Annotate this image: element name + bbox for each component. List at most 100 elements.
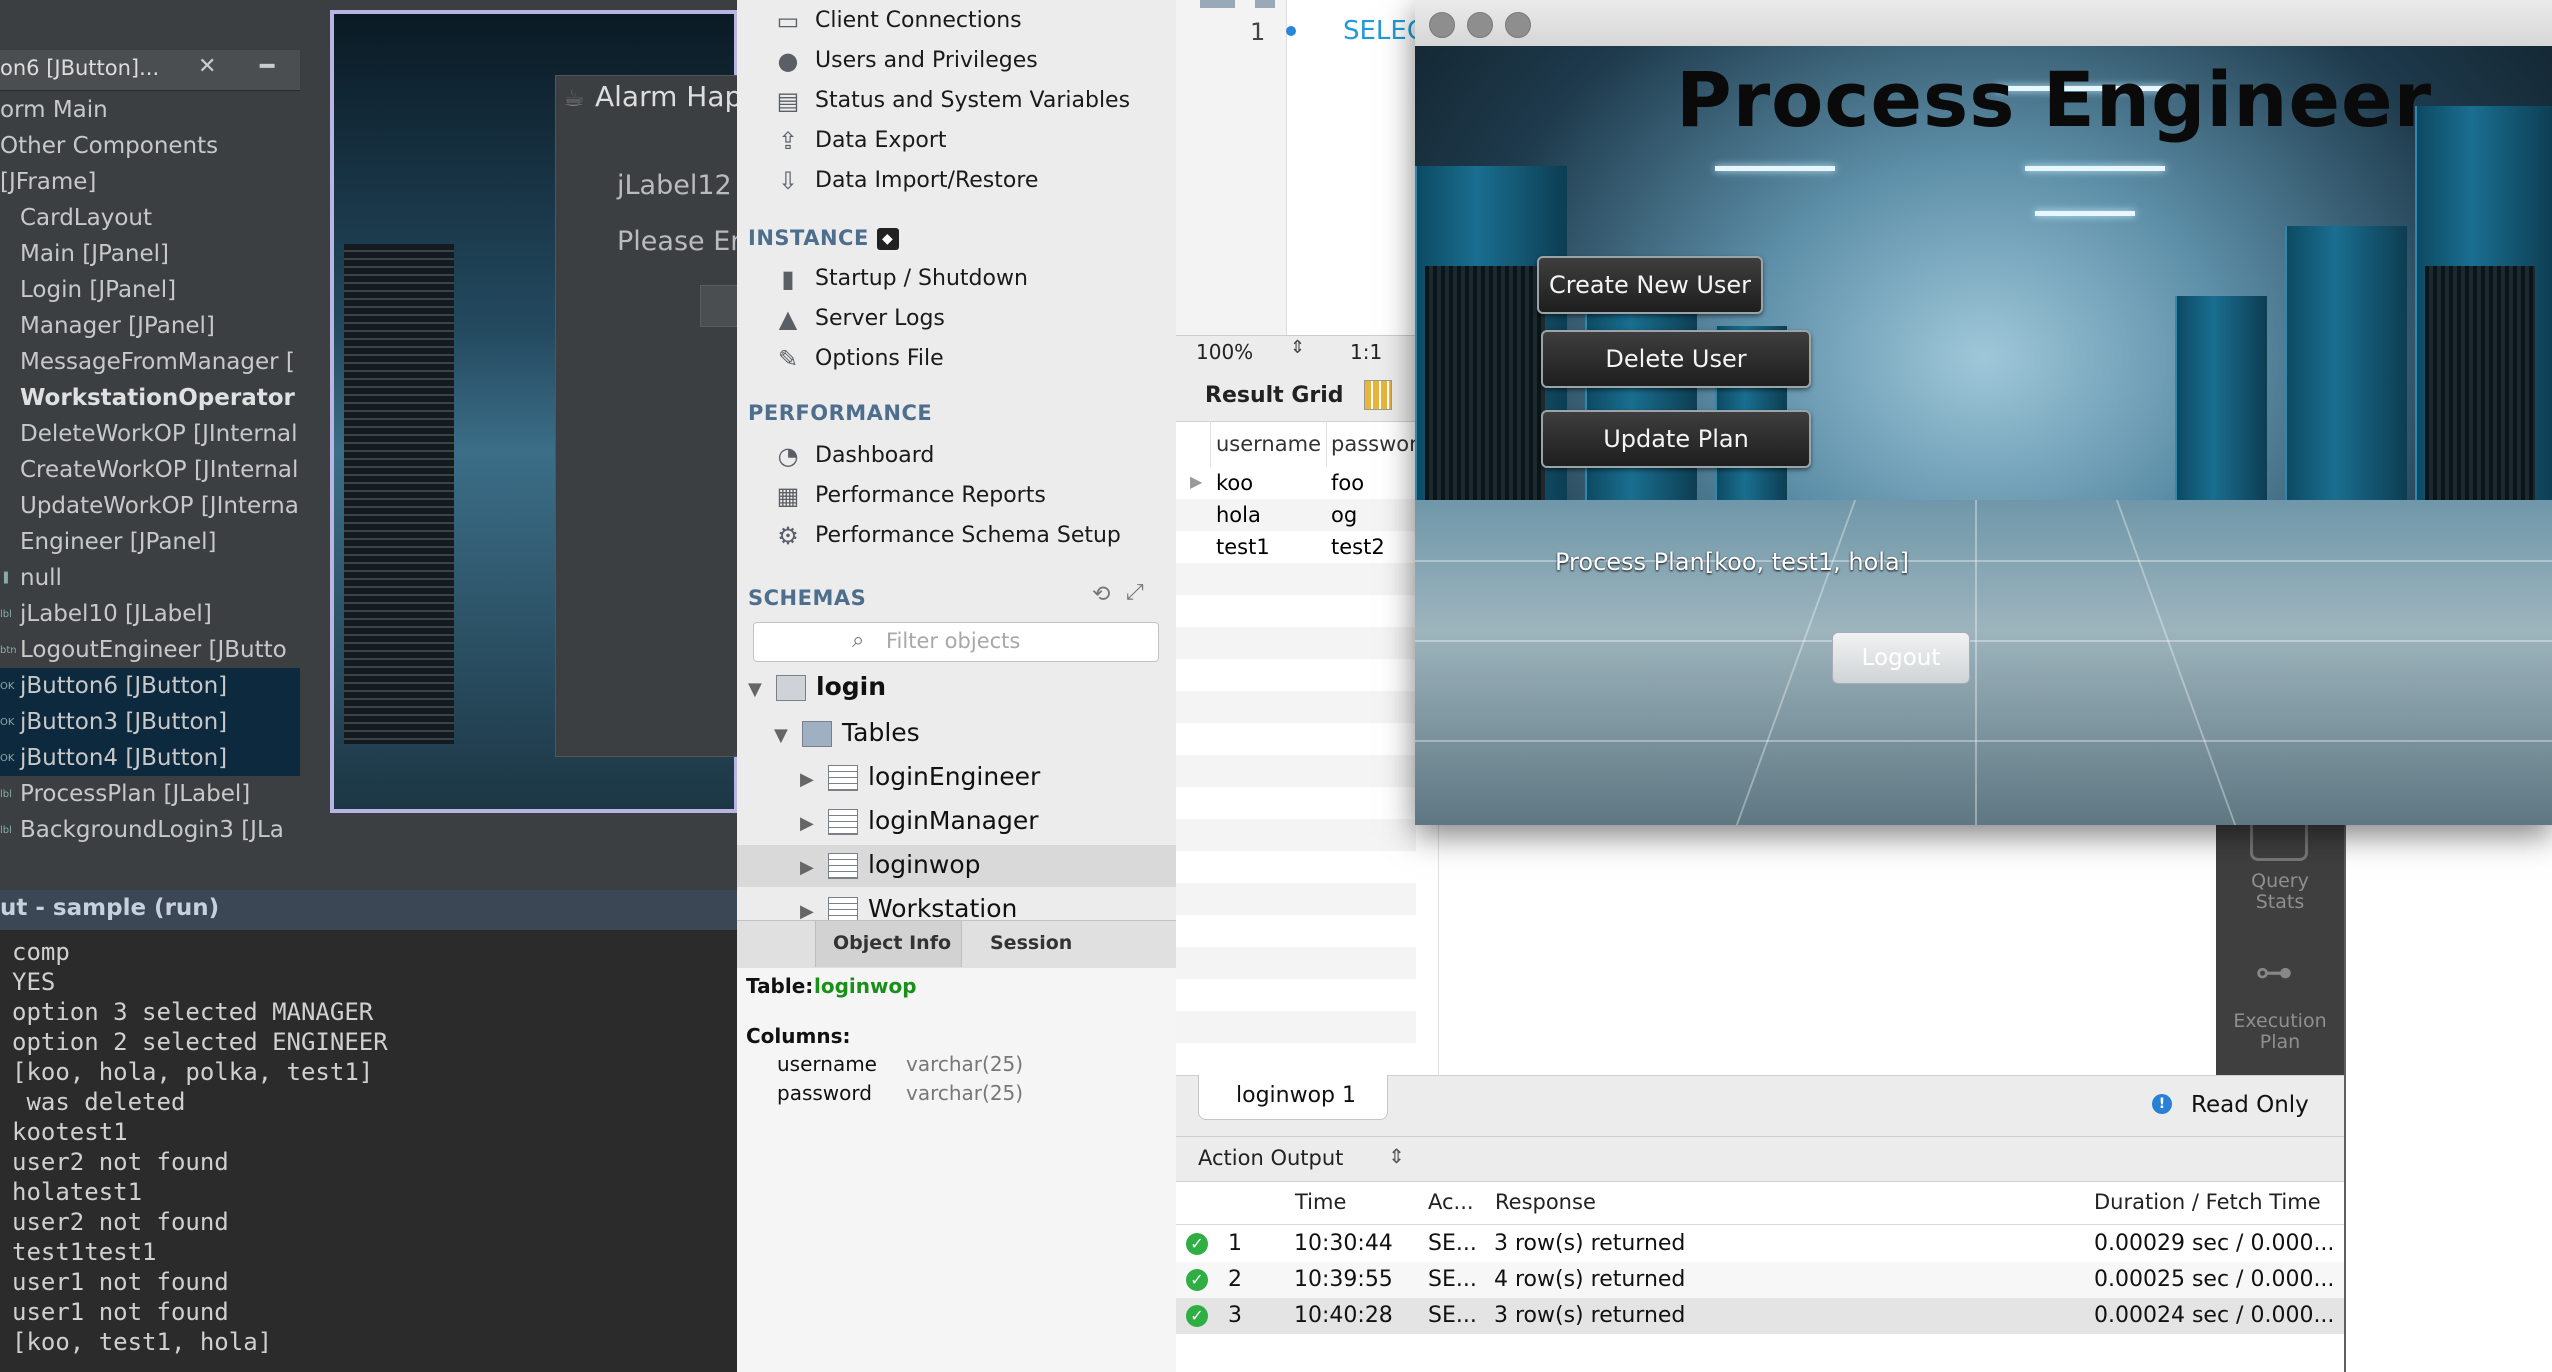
- create-new-user-button[interactable]: Create New User: [1537, 256, 1763, 314]
- col-header-action[interactable]: Ac...: [1428, 1190, 1474, 1214]
- grid-cell[interactable]: og: [1331, 499, 1357, 531]
- zoom-level[interactable]: 100%: [1196, 340, 1253, 364]
- component-tree-item[interactable]: lbl jLabel10 [JLabel]: [0, 596, 300, 632]
- component-tree-item[interactable]: CreateWorkOP [JInternal: [0, 452, 320, 488]
- navigator-item[interactable]: ⇩ Data Import/Restore: [773, 163, 1039, 199]
- zoom-stepper-icon[interactable]: ⇕: [1290, 337, 1305, 358]
- action-row[interactable]: ✓ 3 10:40:28 SE... 3 row(s) returned 0.00024 …: [1176, 1298, 2344, 1334]
- component-tree-item[interactable]: ▐ null: [0, 560, 300, 596]
- table-row[interactable]: test1 test2: [1176, 531, 1416, 563]
- navigator-item[interactable]: ◔ Dashboard: [773, 438, 935, 474]
- navigator-tab[interactable]: on6 [JButton]... ✕ ━: [0, 50, 300, 91]
- query-stats-button[interactable]: Query Stats: [2216, 871, 2344, 913]
- navigator-item[interactable]: ▲ Server Logs: [773, 301, 945, 337]
- table-row[interactable]: hola og: [1176, 499, 1416, 531]
- navigator-item[interactable]: ● Users and Privileges: [773, 43, 1038, 79]
- component-tree-item[interactable]: OK jButton6 [JButton]: [0, 668, 300, 704]
- table-row[interactable]: koo foo: [1176, 467, 1416, 499]
- empty-grid-row: [1176, 1011, 1416, 1043]
- navigator-item[interactable]: ▭ Client Connections: [773, 3, 1022, 39]
- navigator-item[interactable]: ▦ Performance Reports: [773, 478, 1046, 514]
- component-tree-item[interactable]: [JFrame]: [0, 164, 300, 200]
- tables-folder[interactable]: ▼ Tables: [774, 712, 920, 754]
- table-item[interactable]: ▶ loginwop: [800, 844, 981, 886]
- navigator-item[interactable]: ▤ Status and System Variables: [773, 83, 1130, 119]
- minimize-icon[interactable]: ━: [260, 52, 274, 80]
- chevron-right-icon[interactable]: ▶: [800, 803, 828, 845]
- grid-cell[interactable]: test1: [1216, 531, 1270, 563]
- execution-plan-button[interactable]: Execution Plan: [2216, 1011, 2344, 1053]
- grid-header-cell[interactable]: passwor: [1331, 428, 1418, 460]
- action-row[interactable]: ✓ 1 10:30:44 SE... 3 row(s) returned 0.00029 …: [1176, 1226, 2344, 1262]
- col-header-time[interactable]: Time: [1295, 1190, 1346, 1214]
- component-tree-item[interactable]: btn LogoutEngineer [JButto: [0, 632, 300, 668]
- output-line: option 2 selected ENGINEER: [12, 1028, 388, 1056]
- grid-header-cell[interactable]: username: [1216, 428, 1321, 460]
- component-tree-item[interactable]: WorkstationOperator [: [0, 380, 320, 416]
- tab-object-info[interactable]: Object Info: [833, 932, 951, 954]
- result-tab-label[interactable]: loginwop 1: [1236, 1083, 1356, 1108]
- toolbar-icon[interactable]: [1255, 0, 1275, 8]
- chevron-down-icon[interactable]: ▼: [774, 715, 802, 757]
- action-output-select[interactable]: Action Output: [1198, 1146, 1343, 1170]
- toolbar-icon[interactable]: [1200, 0, 1235, 8]
- close-window-icon[interactable]: [1429, 12, 1455, 38]
- component-tree-item[interactable]: DeleteWorkOP [JInternal: [0, 416, 320, 452]
- chevron-right-icon[interactable]: ▶: [800, 847, 828, 889]
- component-type-icon: OK: [0, 716, 15, 728]
- component-tree-item[interactable]: Login [JPanel]: [0, 272, 320, 308]
- minimize-window-icon[interactable]: [1467, 12, 1493, 38]
- query-stats-icon[interactable]: [2250, 822, 2308, 861]
- tab-session[interactable]: Session: [990, 932, 1072, 954]
- component-tree-item[interactable]: OK jButton4 [JButton]: [0, 740, 300, 776]
- grid-cell[interactable]: hola: [1216, 499, 1261, 531]
- navigator-item[interactable]: ▮ Startup / Shutdown: [773, 261, 1028, 297]
- dialog-button[interactable]: [700, 285, 739, 327]
- col-header-response[interactable]: Response: [1495, 1190, 1596, 1214]
- col-header-duration[interactable]: Duration / Fetch Time: [2094, 1190, 2321, 1214]
- chevron-down-icon[interactable]: ▼: [748, 669, 776, 711]
- grid-header-row: username passwor: [1176, 428, 1418, 460]
- component-tree-item[interactable]: MessageFromManager [: [0, 344, 320, 380]
- component-tree-item[interactable]: UpdateWorkOP [JInterna: [0, 488, 320, 524]
- logout-button[interactable]: Logout: [1832, 632, 1970, 684]
- grid-cell[interactable]: foo: [1331, 467, 1364, 499]
- component-tree-item[interactable]: lbl BackgroundLogin3 [JLa: [0, 812, 300, 848]
- component-tree-item[interactable]: OK jButton3 [JButton]: [0, 704, 300, 740]
- component-tree-item[interactable]: Main [JPanel]: [0, 236, 320, 272]
- component-tree-label: CreateWorkOP [JInternal: [20, 457, 299, 483]
- table-item[interactable]: ▶ loginEngineer: [800, 756, 1040, 798]
- search-icon: ⌕: [852, 628, 865, 653]
- action-row[interactable]: ✓ 2 10:39:55 SE... 4 row(s) returned 0.00025 …: [1176, 1262, 2344, 1298]
- component-tree-label: MessageFromManager [: [20, 349, 295, 375]
- navigator-item[interactable]: ✎ Options File: [773, 341, 944, 377]
- component-tree-item[interactable]: Engineer [JPanel]: [0, 524, 320, 560]
- grid-cell[interactable]: test2: [1331, 531, 1385, 563]
- component-tree-item[interactable]: orm Main: [0, 92, 300, 128]
- navigator-item[interactable]: ⇪ Data Export: [773, 123, 947, 159]
- window-titlebar[interactable]: [1415, 0, 2552, 47]
- refresh-icon[interactable]: ⟲: [1092, 582, 1110, 607]
- dropdown-stepper-icon[interactable]: ⇕: [1388, 1144, 1405, 1168]
- component-tree-item[interactable]: CardLayout: [0, 200, 320, 236]
- output-line: was deleted: [12, 1088, 186, 1116]
- update-plan-button[interactable]: Update Plan: [1541, 410, 1811, 468]
- table-item[interactable]: ▶ loginManager: [800, 800, 1038, 842]
- delete-user-button[interactable]: Delete User: [1541, 330, 1811, 388]
- zoom-window-icon[interactable]: [1505, 12, 1531, 38]
- execution-plan-icon[interactable]: ⊶: [2255, 950, 2293, 994]
- close-icon[interactable]: ✕: [198, 54, 216, 79]
- sql-editor-text[interactable]: SELEC: [1343, 16, 1425, 46]
- result-grid-label[interactable]: Result Grid: [1205, 383, 1344, 408]
- chevron-right-icon[interactable]: ▶: [800, 759, 828, 801]
- component-tree-item[interactable]: Other Components: [0, 128, 300, 164]
- navigator-item[interactable]: ⚙ Performance Schema Setup: [773, 518, 1121, 554]
- grid-cell[interactable]: koo: [1216, 467, 1253, 499]
- schema-db[interactable]: ▼ login: [748, 666, 886, 708]
- component-tree-item[interactable]: lbl ProcessPlan [JLabel]: [0, 776, 300, 812]
- navigator-item-label: Options File: [815, 346, 944, 371]
- component-type-icon: btn: [0, 644, 17, 656]
- component-tree-item[interactable]: Manager [JPanel]: [0, 308, 320, 344]
- expand-icon[interactable]: ⤢: [1126, 580, 1144, 605]
- grid-view-icon[interactable]: [1364, 380, 1392, 410]
